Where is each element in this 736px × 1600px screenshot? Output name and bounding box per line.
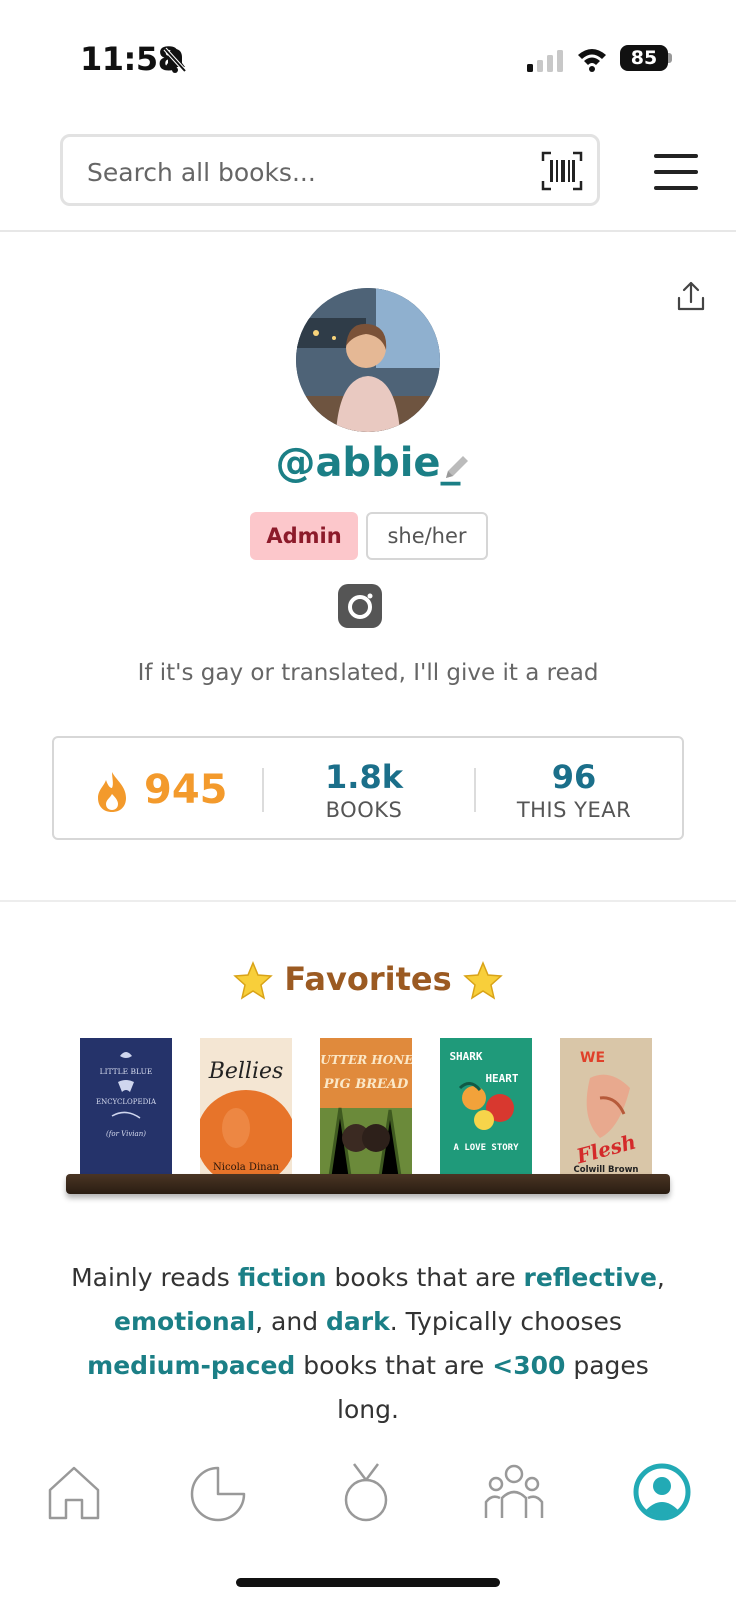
community-icon — [484, 1464, 544, 1518]
summary-text: . Typically chooses — [389, 1307, 622, 1336]
summary-text: , — [656, 1263, 665, 1292]
pie-chart-icon — [190, 1466, 246, 1522]
nav-profile[interactable] — [630, 1460, 694, 1524]
favorites-title: Favorites — [284, 960, 452, 998]
barcode-scan-icon[interactable] — [541, 151, 583, 191]
this-year-count: 96 — [551, 758, 597, 796]
book-title-line: HEART — [485, 1072, 518, 1085]
streak-count: 945 — [144, 767, 228, 813]
hamburger-menu-icon[interactable] — [654, 154, 698, 190]
book-cover: WE Flesh Colwill Brown — [573, 1050, 638, 1175]
username-row: @abbie_ — [0, 440, 736, 486]
this-year-stat[interactable]: 96 THIS YEAR — [474, 758, 674, 824]
pronouns-badge: she/her — [366, 512, 488, 560]
share-icon[interactable] — [676, 280, 706, 312]
this-year-label: THIS YEAR — [516, 798, 632, 822]
summary-text: , and — [255, 1307, 327, 1336]
profile-bio: If it's gay or translated, I'll give it … — [137, 660, 599, 686]
book-title-line: Flesh — [573, 1130, 638, 1169]
section-divider — [0, 900, 736, 902]
books-count: 1.8k — [325, 758, 403, 796]
mood-link[interactable]: emotional — [114, 1307, 255, 1336]
username: @abbie_ — [275, 440, 461, 486]
battery-indicator: 85 — [620, 45, 668, 71]
favorite-book[interactable]: BUTTER HONEY PIG BREAD — [320, 1038, 412, 1176]
book-title-line: WE — [580, 1050, 605, 1066]
favorites-shelf: LITTLE BLUE ENCYCLOPEDIA (for Vivian) Be… — [80, 1038, 660, 1176]
summary-text: books that are — [326, 1263, 524, 1292]
mood-link[interactable]: dark — [326, 1307, 390, 1336]
reading-summary: Mainly reads fiction books that are refl… — [60, 1256, 676, 1432]
favorite-book[interactable]: WE Flesh Colwill Brown — [560, 1038, 652, 1176]
book-title-line: Bellies — [208, 1059, 284, 1084]
summary-text: books that are — [295, 1351, 493, 1380]
star-icon — [233, 961, 274, 1000]
battery-cap — [668, 53, 672, 63]
instagram-icon[interactable] — [338, 584, 382, 628]
mood-link[interactable]: reflective — [524, 1263, 657, 1292]
nav-stats[interactable] — [186, 1460, 250, 1524]
stats-card: 945 1.8k BOOKS 96 THIS YEAR — [52, 736, 684, 840]
summary-text: Mainly reads — [71, 1263, 238, 1292]
book-title-line: (for Vivian) — [106, 1130, 146, 1138]
book-title-line: BUTTER HONEY — [320, 1053, 412, 1067]
avatar-photo — [296, 288, 440, 432]
book-cover: SHARK HEART A LOVE STORY — [449, 1050, 519, 1153]
book-author-line: Nicola Dinan — [213, 1162, 280, 1173]
admin-badge: Admin — [250, 512, 358, 560]
favorite-book[interactable]: LITTLE BLUE ENCYCLOPEDIA (for Vivian) — [80, 1038, 172, 1176]
search-box[interactable] — [60, 134, 600, 206]
home-icon — [48, 1466, 100, 1520]
medal-icon — [344, 1463, 388, 1522]
length-link[interactable]: <300 — [492, 1351, 565, 1380]
genre-link[interactable]: fiction — [238, 1263, 327, 1292]
favorite-book[interactable]: Bellies Nicola Dinan — [200, 1038, 292, 1176]
avatar[interactable] — [296, 288, 440, 432]
books-label: BOOKS — [325, 798, 403, 822]
favorites-heading: Favorites — [0, 960, 736, 1001]
pace-link[interactable]: medium-paced — [87, 1351, 295, 1380]
book-title-line: A LOVE STORY — [453, 1143, 519, 1153]
star-icon — [462, 961, 503, 1000]
edit-pencil-icon[interactable] — [442, 452, 472, 482]
bell-muted-icon — [163, 47, 187, 73]
nav-home[interactable] — [42, 1460, 106, 1524]
nav-challenges[interactable] — [334, 1460, 398, 1524]
book-title-line: PIG BREAD — [323, 1077, 409, 1092]
book-title-line: ENCYCLOPEDIA — [96, 1098, 157, 1106]
flame-icon — [98, 772, 126, 812]
bookshelf — [66, 1174, 670, 1194]
book-title-line: SHARK — [449, 1050, 482, 1063]
bottom-navigation — [0, 1460, 736, 1540]
search-input[interactable] — [85, 151, 509, 193]
profile-icon — [633, 1463, 691, 1521]
home-indicator — [236, 1578, 500, 1587]
book-cover: Bellies Nicola Dinan — [200, 1059, 292, 1176]
favorite-book[interactable]: SHARK HEART A LOVE STORY — [440, 1038, 532, 1176]
book-cover: LITTLE BLUE ENCYCLOPEDIA (for Vivian) — [96, 1052, 157, 1138]
books-stat[interactable]: 1.8k BOOKS — [264, 758, 464, 824]
status-bar: 11:58 85 — [0, 0, 736, 110]
wifi-icon — [578, 49, 606, 72]
signal-icon — [527, 50, 563, 72]
book-cover: BUTTER HONEY PIG BREAD — [320, 1053, 412, 1176]
book-title-line: LITTLE BLUE — [100, 1067, 153, 1076]
nav-community[interactable] — [482, 1460, 546, 1524]
search-header — [0, 134, 736, 232]
